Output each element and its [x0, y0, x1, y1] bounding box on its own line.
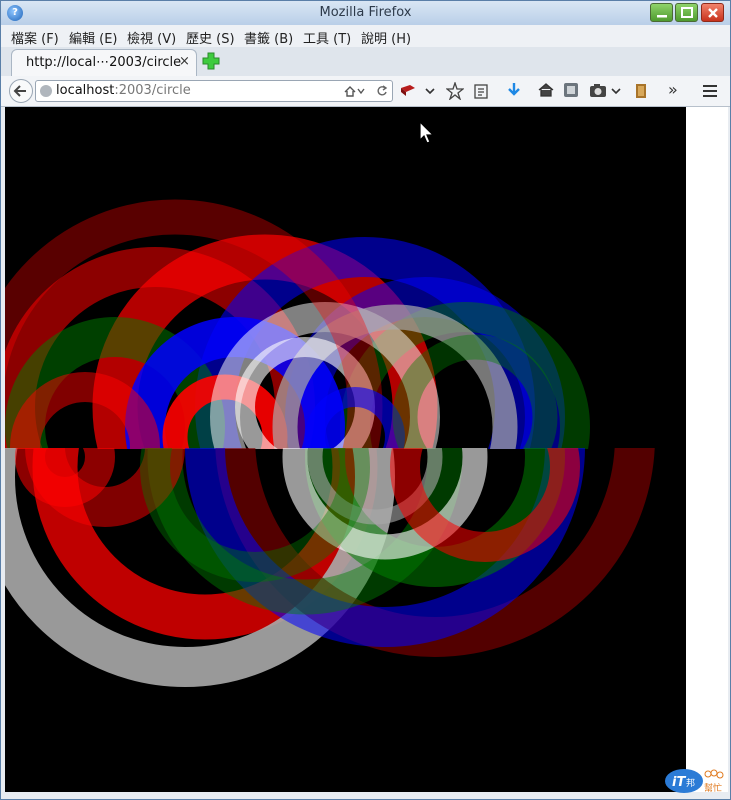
mouse-cursor-icon [419, 121, 435, 144]
tab-close-button[interactable]: × [179, 54, 190, 69]
circle-canvas[interactable] [5, 107, 686, 792]
minimize-button[interactable] [650, 3, 673, 22]
address-path: :2003/circle [114, 83, 191, 98]
canvas-viewport[interactable] [5, 107, 686, 792]
menu-tools[interactable]: 工具 (T) [303, 28, 351, 47]
svg-text:幫忙: 幫忙 [704, 782, 722, 794]
reading-list-icon[interactable] [473, 82, 489, 100]
screenshot-icon[interactable] [563, 82, 579, 98]
address-bar-icons [342, 83, 388, 102]
download-icon[interactable] [506, 81, 522, 99]
svg-text:iT: iT [672, 775, 686, 790]
address-host: localhost [56, 83, 115, 98]
back-button[interactable] [9, 79, 33, 103]
menu-edit[interactable]: 編輯 (E) [69, 28, 118, 47]
svg-text:邦: 邦 [686, 777, 695, 789]
page-icon[interactable] [342, 83, 372, 99]
dropdown-icon[interactable] [425, 86, 435, 96]
camera-icon[interactable] [589, 82, 607, 98]
back-arrow-icon [13, 85, 26, 97]
minimize-icon [657, 15, 667, 18]
menu-view[interactable]: 檢視 (V) [127, 28, 176, 47]
window-title: Mozilla Firefox [319, 5, 412, 20]
ithome-logo-icon: iT 邦 幫忙 [665, 769, 724, 794]
site-identity-icon[interactable] [40, 85, 52, 97]
home-icon[interactable] [538, 82, 554, 98]
close-button[interactable] [701, 3, 724, 22]
bookmark-star-icon[interactable] [446, 82, 464, 100]
page-margin [686, 107, 728, 792]
browser-window: ? Mozilla Firefox 檔案 (F) 編輯 (E) 檢視 (V) 歷… [0, 0, 731, 800]
new-tab-button[interactable] [201, 51, 221, 71]
address-bar[interactable]: localhost:2003/circle [35, 80, 393, 102]
reload-icon[interactable] [376, 83, 388, 99]
menu-file[interactable]: 檔案 (F) [11, 28, 59, 47]
menu-bar: 檔案 (F) 編輯 (E) 檢視 (V) 歷史 (S) 書籤 (B) 工具 (T… [1, 25, 730, 47]
tab-strip: http://local⋯2003/circle × [1, 47, 730, 77]
maximize-icon [681, 7, 693, 18]
pocket-icon[interactable] [400, 84, 416, 98]
menu-icon[interactable] [702, 83, 718, 99]
maximize-button[interactable] [675, 3, 698, 22]
close-icon [708, 8, 718, 18]
toolbar-overflow-button[interactable]: » [668, 80, 678, 99]
navigation-toolbar: localhost:2003/circle » [1, 76, 730, 107]
address-text[interactable]: localhost:2003/circle [56, 83, 191, 98]
tab-label: http://local⋯2003/circle [26, 55, 182, 70]
menu-history[interactable]: 歷史 (S) [186, 28, 235, 47]
menu-bookmarks[interactable]: 書籤 (B) [244, 28, 293, 47]
window-bottom-edge [1, 792, 730, 799]
new-tab-icon [202, 52, 220, 70]
menu-help[interactable]: 說明 (H) [361, 28, 411, 47]
watermark-logo: iT 邦 幫忙 [664, 767, 726, 795]
tab-circle[interactable]: http://local⋯2003/circle × [11, 49, 197, 76]
dropdown-icon[interactable] [611, 86, 621, 96]
title-bar: ? Mozilla Firefox [1, 1, 730, 25]
addon-icon[interactable] [634, 82, 648, 100]
